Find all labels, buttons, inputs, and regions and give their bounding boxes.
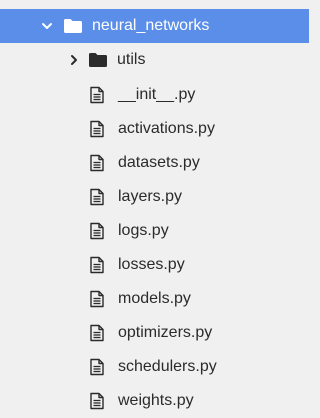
file-icon <box>89 358 105 376</box>
tree-item-file[interactable]: weights.py <box>0 384 309 418</box>
file-icon <box>89 222 105 240</box>
tree-item-file[interactable]: optimizers.py <box>0 316 309 350</box>
chevron-right-icon[interactable] <box>67 53 81 67</box>
tree-item-file[interactable]: schedulers.py <box>0 350 309 384</box>
file-icon <box>89 324 105 342</box>
tree-item-label: neural_networks <box>92 17 210 34</box>
tree-item-file[interactable]: __init__.py <box>0 78 309 112</box>
tree-item-label: logs.py <box>118 222 169 239</box>
tree-item-file[interactable]: layers.py <box>0 180 309 214</box>
tree-item-label: schedulers.py <box>118 358 217 375</box>
chevron-down-icon[interactable] <box>40 19 54 33</box>
tree-item-label: models.py <box>118 290 191 307</box>
tree-item-label: datasets.py <box>118 154 200 171</box>
folder-icon <box>88 52 108 68</box>
tree-item-label: losses.py <box>118 256 185 273</box>
tree-item-label: layers.py <box>118 188 183 205</box>
folder-icon <box>63 18 83 34</box>
file-icon <box>89 290 105 308</box>
file-icon <box>89 86 105 104</box>
file-icon <box>89 392 105 410</box>
file-icon <box>89 188 105 206</box>
file-icon <box>89 256 105 274</box>
tree-item-file[interactable]: activations.py <box>0 112 309 146</box>
file-icon <box>89 120 105 138</box>
tree-item-file[interactable]: datasets.py <box>0 146 309 180</box>
file-icon <box>89 154 105 172</box>
tree-item-file[interactable]: logs.py <box>0 214 309 248</box>
tree-item-neural-networks[interactable]: neural_networks <box>0 9 309 43</box>
tree-item-label: utils <box>117 51 146 68</box>
tree-item-utils[interactable]: utils <box>0 43 309 77</box>
tree-item-label: __init__.py <box>118 86 196 103</box>
tree-item-label: activations.py <box>118 120 215 137</box>
tree-item-file[interactable]: models.py <box>0 282 309 316</box>
tree-item-label: optimizers.py <box>118 324 213 341</box>
tree-item-label: weights.py <box>118 392 194 409</box>
file-tree: neural_networks utils __init__.py activa… <box>0 0 309 417</box>
tree-item-file[interactable]: losses.py <box>0 248 309 282</box>
